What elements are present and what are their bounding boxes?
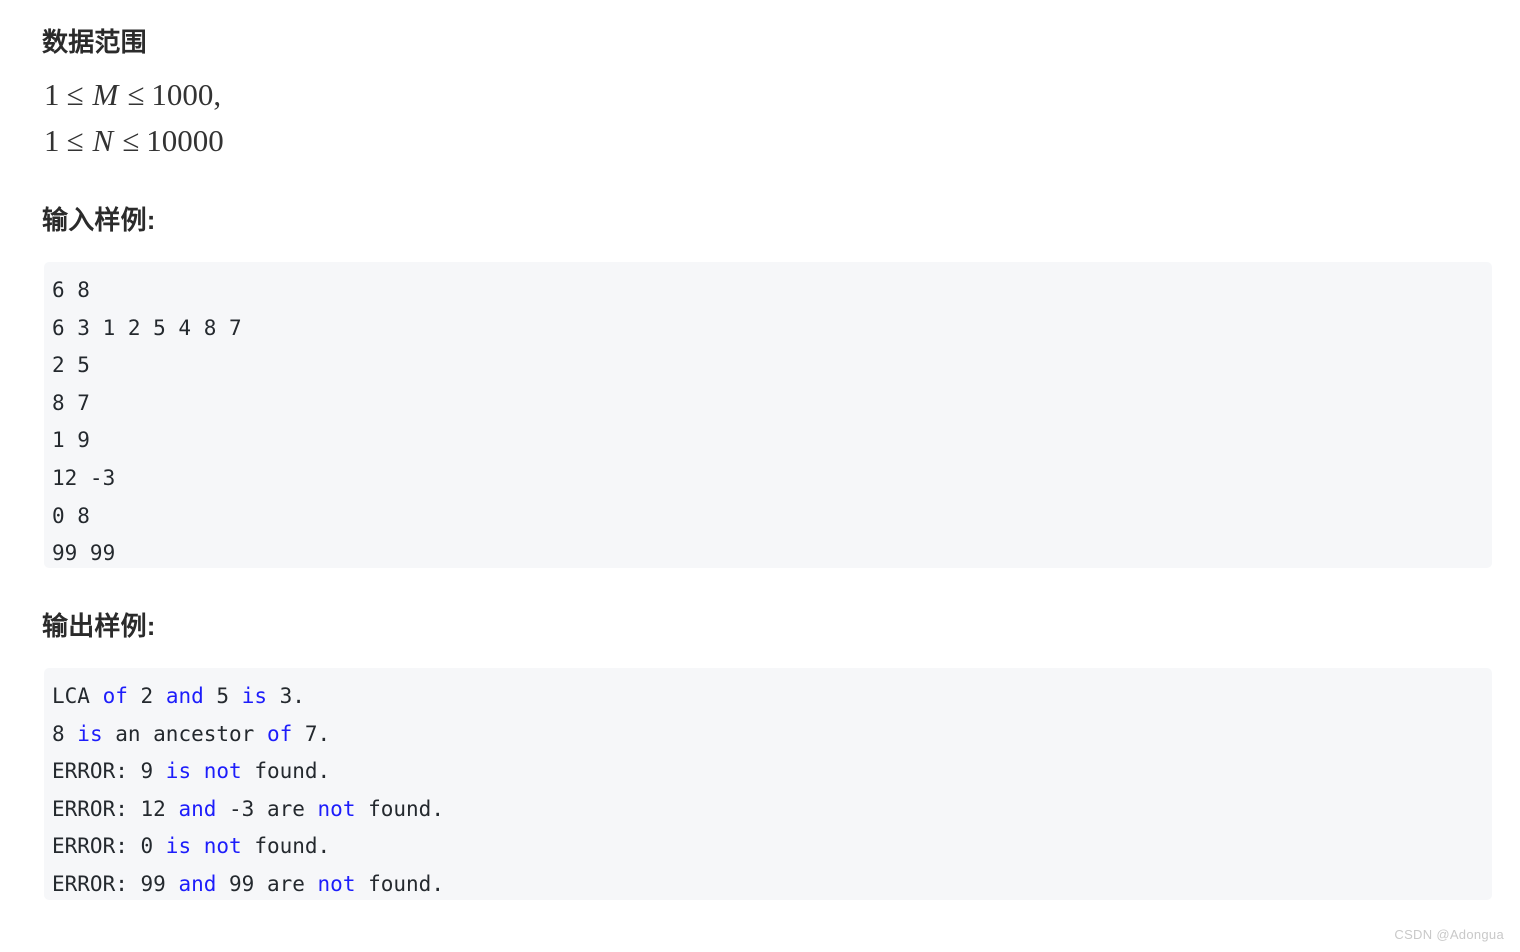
constraint-relation-right: ≤ [122,123,140,158]
output-sample-code-block: LCA of 2 and 5 is 3. 8 is an ancestor of… [44,668,1492,900]
code-line: 99 99 [52,541,116,566]
code-text: found. [241,834,331,859]
code-keyword: is [241,684,267,708]
code-keyword: not [203,759,242,784]
code-text: ERROR: 12 [52,796,179,821]
code-text: 5 [203,684,242,708]
output-sample-heading: 输出样例: [42,611,156,641]
code-text: LCA [52,684,103,708]
constraint-variable: M [92,77,119,112]
code-text: found. [241,759,331,784]
code-text: 3. [266,684,305,708]
problem-statement-page: 数据范围 1 ≤ M ≤1000, 1 ≤ N ≤10000 输入样例: 6 8 6 3 1… [0,0,1520,952]
code-line: 0 8 [52,503,90,528]
constraint-lower-bound: 1 [44,77,60,112]
csdn-watermark: CSDN @Adongua [1394,927,1504,942]
constraint-relation-left: ≤ [66,123,84,158]
code-line: 1 9 [52,428,90,453]
constraint-line: 1 ≤ N ≤10000 [44,118,224,164]
code-line: 6 8 [52,278,90,302]
constraint-line: 1 ≤ M ≤1000, [44,72,224,118]
code-line: LCA of 2 and 5 is 3. [52,678,1484,716]
constraint-lower-bound: 1 [44,123,60,158]
constraints-block: 1 ≤ M ≤1000, 1 ≤ N ≤10000 [44,72,224,164]
code-text: 2 [127,684,166,708]
code-keyword: and [165,684,204,708]
code-text: found. [355,871,444,896]
code-text: ERROR: 9 [52,759,166,784]
code-keyword: and [178,871,217,896]
code-line: ERROR: 0 is not found. [52,828,1484,866]
code-keyword: is [77,721,103,746]
input-sample-heading: 输入样例: [42,205,156,235]
code-line: ERROR: 9 is not found. [52,753,1484,791]
code-line: 12 -3 [52,465,116,490]
constraint-variable: N [92,123,114,158]
code-line: ERROR: 12 and -3 are not found. [52,791,1484,829]
constraint-upper-bound: 10000 [146,123,224,158]
code-text: -3 are [216,796,318,821]
code-line: 2 5 [52,353,90,378]
code-line: 8 7 [52,390,90,415]
code-keyword: is [165,759,192,784]
code-text: 8 [52,721,78,746]
code-keyword: and [178,796,217,821]
code-keyword: not [317,796,356,821]
code-keyword: of [266,721,293,746]
code-text: 99 are [216,871,318,896]
code-text: found. [355,796,444,821]
input-sample-code-block: 6 8 6 3 1 2 5 4 8 7 2 5 8 7 1 9 12 -3 0 … [44,262,1492,568]
code-keyword: of [102,684,128,708]
code-keyword: not [203,834,242,859]
code-text: 7. [292,721,331,746]
code-line: ERROR: 99 and 99 are not found. [52,866,1484,900]
code-text: ERROR: 99 [52,871,179,896]
code-line: 6 3 1 2 5 4 8 7 [52,315,242,340]
constraint-relation-right: ≤ [127,77,145,112]
code-text: an ancestor [102,721,267,746]
code-line: 8 is an ancestor of 7. [52,716,1484,754]
code-keyword: not [317,871,356,896]
constraint-relation-left: ≤ [66,77,84,112]
constraint-upper-bound: 1000, [151,77,222,112]
code-keyword: is [165,834,192,859]
data-range-heading: 数据范围 [42,27,147,57]
code-text: ERROR: 0 [52,834,166,859]
